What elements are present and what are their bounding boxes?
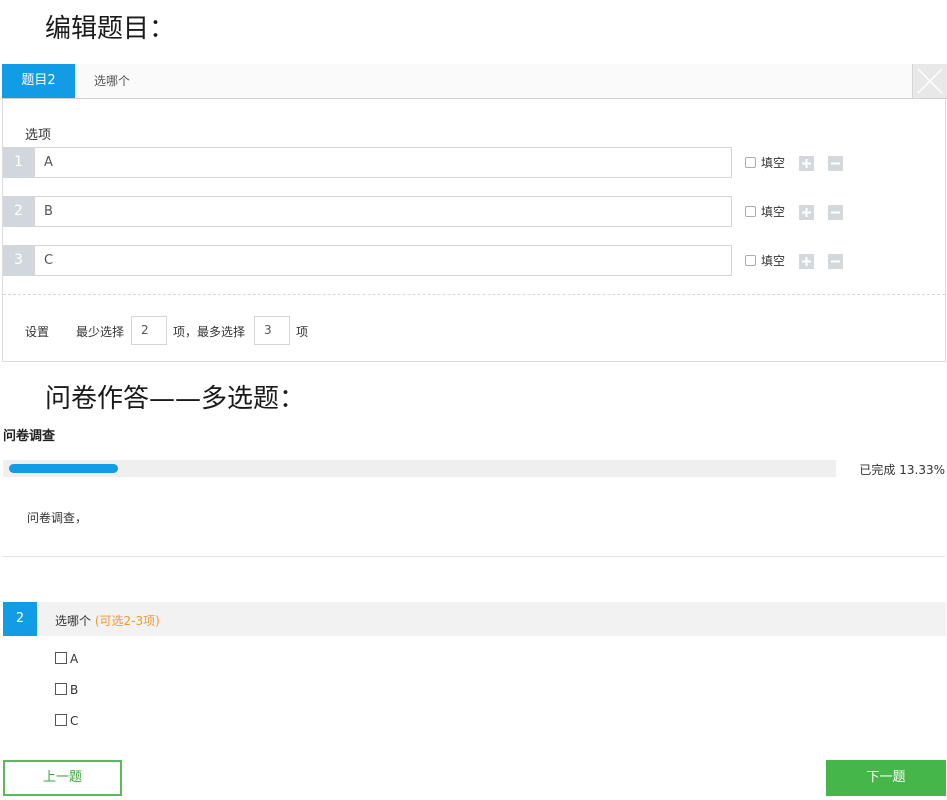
option-row: 3 C 填空 [3, 245, 943, 276]
fill-blank-checkbox[interactable] [745, 255, 756, 266]
edit-heading: 编辑题目： [45, 14, 176, 44]
next-question-button[interactable]: 下一题 [826, 760, 946, 796]
option-row: 1 A 填空 [3, 147, 943, 178]
checkbox[interactable] [55, 683, 67, 695]
selection-settings: 设置 最少选择 2 项，最多选择 3 项 [25, 316, 625, 346]
close-button[interactable] [912, 64, 947, 98]
survey-title: 问卷调查 [3, 429, 56, 444]
add-option-button[interactable] [799, 156, 814, 171]
max-select-label: 项，最多选择 [173, 325, 246, 339]
items-unit-label: 项 [296, 325, 309, 339]
prev-question-button[interactable]: 上一题 [3, 760, 122, 796]
choice-label: C [70, 714, 79, 728]
divider [3, 556, 945, 557]
remove-option-button[interactable] [828, 254, 843, 269]
fill-blank-label: 填空 [761, 254, 786, 268]
plus-icon [802, 159, 811, 168]
minus-icon [831, 162, 840, 165]
question-editor: 题目2 选哪个 选项 1 A 填空 2 B 填空 3 C 填空 设置 最少选择 … [2, 64, 947, 362]
progress-fill [9, 464, 118, 473]
option-row: 2 B 填空 [3, 196, 943, 227]
plus-icon [802, 257, 811, 266]
divider [3, 294, 945, 295]
tab-question-2[interactable]: 题目2 [2, 64, 75, 98]
option-number: 1 [3, 147, 34, 178]
max-select-input[interactable]: 3 [254, 316, 290, 345]
fill-blank-label: 填空 [761, 156, 786, 170]
min-select-input[interactable]: 2 [131, 316, 167, 345]
choice-label: B [70, 683, 79, 697]
close-icon [917, 68, 943, 94]
question-label: 选哪个 [55, 614, 92, 628]
option-input[interactable]: C [34, 245, 732, 276]
option-number: 3 [3, 245, 34, 276]
choice-label: A [70, 652, 79, 666]
checkbox[interactable] [55, 652, 67, 664]
editor-tab-bar: 题目2 选哪个 [2, 64, 947, 99]
question-header: 2 选哪个 (可选2-3项) [3, 602, 946, 636]
progress-bar [3, 460, 836, 477]
settings-label: 设置 [25, 325, 50, 339]
question-number: 2 [3, 602, 37, 636]
answer-heading: 问卷作答——多选题： [45, 384, 306, 414]
question-text: 选哪个 (可选2-3项) [55, 612, 160, 629]
fill-blank-checkbox[interactable] [745, 157, 756, 168]
option-input[interactable]: B [34, 196, 732, 227]
checkbox[interactable] [55, 714, 67, 726]
choice-option[interactable]: B [55, 683, 78, 699]
options-label: 选项 [25, 128, 52, 143]
add-option-button[interactable] [799, 205, 814, 220]
add-option-button[interactable] [799, 254, 814, 269]
survey-intro: 问卷调查， [27, 511, 88, 525]
option-number: 2 [3, 196, 34, 227]
min-select-label: 最少选择 [76, 325, 125, 339]
progress-text: 已完成 13.33% [859, 463, 945, 477]
fill-blank-checkbox[interactable] [745, 206, 756, 217]
minus-icon [831, 260, 840, 263]
minus-icon [831, 211, 840, 214]
question-hint: (可选2-3项) [94, 614, 160, 628]
option-input[interactable]: A [34, 147, 732, 178]
fill-blank-label: 填空 [761, 205, 786, 219]
choice-option[interactable]: A [55, 652, 78, 668]
choice-option[interactable]: C [55, 714, 78, 730]
remove-option-button[interactable] [828, 205, 843, 220]
remove-option-button[interactable] [828, 156, 843, 171]
tab-question-title[interactable]: 选哪个 [94, 64, 130, 98]
plus-icon [802, 208, 811, 217]
